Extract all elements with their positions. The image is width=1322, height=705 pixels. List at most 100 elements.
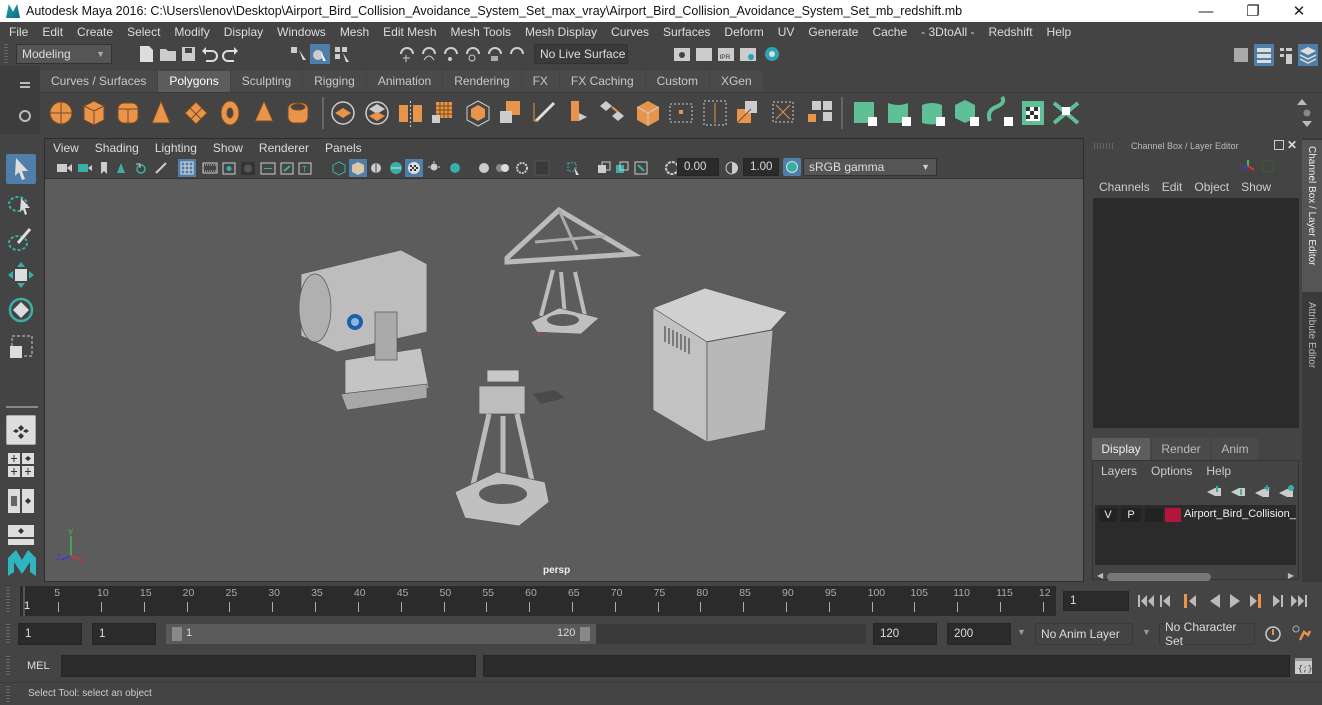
smooth-icon[interactable] [432,102,452,123]
xray-icon[interactable] [598,161,611,173]
shelf-menu-icon[interactable] [20,82,30,84]
playback-start-field[interactable]: 1 [92,623,156,645]
make-live-icon[interactable] [510,47,524,55]
film-gate-icon[interactable] [202,162,218,174]
channel-menu-show[interactable]: Show [1235,180,1277,194]
float-panel-icon[interactable] [1274,140,1284,150]
2d-pan-zoom-icon[interactable] [136,163,146,174]
layer-menu-options[interactable]: Options [1151,464,1192,478]
ipr-render-icon[interactable]: IPR [718,48,734,61]
menu-curves[interactable]: Curves [604,25,656,39]
viewport-menu-shading[interactable]: Shading [87,141,147,155]
snap-to-point-icon[interactable] [444,47,458,61]
render-settings-icon[interactable] [740,48,756,61]
script-editor-icon[interactable]: {;} [1294,656,1314,676]
uv-editor-icon[interactable] [1022,101,1044,125]
range-slider[interactable]: 1 120 [166,624,596,644]
remesh-icon[interactable] [500,101,520,123]
drag-handle[interactable] [4,44,8,64]
scroll-left-icon[interactable]: ◀ [1097,571,1103,580]
menu-windows[interactable]: Windows [270,25,333,39]
viewport-menu-lighting[interactable]: Lighting [147,141,205,155]
poly-pipe-icon[interactable] [287,102,309,124]
3d-scene-view[interactable]: Y Z x persp [45,180,1083,581]
menu-3dtoall[interactable]: - 3DtoAll - [914,25,981,39]
maximize-button[interactable]: ❐ [1230,0,1276,22]
new-empty-layer-icon[interactable] [1255,485,1270,497]
layer-color-swatch[interactable] [1165,508,1181,522]
layer-horizontal-scrollbar[interactable]: ◀ ▶ [1097,571,1294,582]
control-cabinet-model[interactable] [652,287,788,443]
scrollbar-thumb[interactable] [1107,573,1211,581]
mode-selector[interactable]: Modeling ▼ [16,44,112,64]
outliner-layout-button[interactable] [6,523,36,545]
animation-preferences-icon[interactable] [1292,625,1312,641]
target-weld-icon[interactable] [736,101,757,124]
antenna-tripod-model[interactable] [504,206,642,335]
isolate-select-icon[interactable] [567,162,579,175]
minimize-button[interactable]: — [1183,0,1229,22]
command-input[interactable] [61,655,476,677]
single-pane-layout-button[interactable] [6,415,36,445]
menu-uv[interactable]: UV [771,25,802,39]
layer-playback-toggle[interactable]: P [1121,508,1141,522]
drag-handle[interactable] [6,624,10,644]
insert-edge-loop-icon[interactable] [669,103,693,123]
camera-attributes-icon[interactable] [78,164,92,172]
chevron-down-icon[interactable]: ▼ [1142,627,1151,637]
anim-layer-dropdown[interactable]: No Anim Layer [1035,623,1133,645]
safe-action-icon[interactable] [280,162,294,175]
layer-row[interactable]: V P Airport_Bird_Collision_ [1095,505,1296,525]
menu-mesh-display[interactable]: Mesh Display [518,25,604,39]
wireframe-on-shaded-icon[interactable] [390,162,402,174]
viewport-menu-renderer[interactable]: Renderer [251,141,317,155]
paint-select-tool-button[interactable] [6,225,36,255]
tab-polygons[interactable]: Polygons [158,71,230,92]
viewport-menu-view[interactable]: View [45,141,87,155]
move-tool-button[interactable] [6,260,36,290]
color-management-toggle[interactable] [783,158,801,176]
tab-rendering[interactable]: Rendering [443,71,521,92]
modeling-toolkit-icon[interactable] [1234,48,1248,62]
viewport-menu-show[interactable]: Show [205,141,251,155]
snap-to-grid-icon[interactable] [400,47,414,62]
tab-rigging[interactable]: Rigging [303,71,366,92]
tab-xgen[interactable]: XGen [709,71,763,92]
menu-mesh-tools[interactable]: Mesh Tools [444,25,518,39]
menu-generate[interactable]: Generate [801,25,865,39]
close-button[interactable]: ✕ [1276,0,1322,22]
multi-cut-icon[interactable] [533,101,556,123]
tab-animation[interactable]: Animation [366,71,443,92]
tab-sculpting[interactable]: Sculpting [230,71,303,92]
save-scene-icon[interactable] [182,47,195,61]
image-plane-icon[interactable] [117,163,125,173]
poly-plane-icon[interactable] [184,101,208,125]
rotate-tool-button[interactable] [6,295,36,325]
timeline-ruler[interactable]: 1 5 10 15 20 25 30 35 40 45 50 55 60 65 70 75 80 85 90 95 1… [20,586,1056,616]
range-start-handle[interactable] [172,627,182,641]
scroll-right-icon[interactable]: ▶ [1288,571,1294,580]
tab-display[interactable]: Display [1092,438,1150,460]
select-by-component-icon[interactable] [335,47,349,62]
exposure-field[interactable]: 0.00 [677,158,719,176]
channel-list[interactable] [1093,198,1299,428]
gamma-field[interactable]: 1.00 [743,158,779,176]
maya-home-button[interactable] [6,548,36,580]
shelf-scroll-icon[interactable] [1297,99,1312,127]
bevel-icon[interactable] [636,101,660,126]
depth-of-field-icon[interactable] [534,160,550,176]
playback-end-field[interactable]: 120 [873,623,937,645]
end-time-field[interactable]: 200 [947,623,1011,645]
xray-active-components-icon[interactable] [616,161,629,173]
select-tool-button[interactable] [6,154,36,184]
bookmark-icon[interactable] [101,162,107,174]
snap-to-surface-icon[interactable] [488,47,502,61]
live-surface-field[interactable]: No Live Surface [534,44,628,64]
motion-blur-icon[interactable] [496,164,509,172]
offset-edge-loop-icon[interactable] [703,100,727,126]
scale-tool-button[interactable] [6,332,36,362]
poly-torus-icon[interactable] [220,100,240,126]
snap-to-curve-icon[interactable] [422,47,436,61]
bridge-icon[interactable] [600,101,624,121]
menu-create[interactable]: Create [70,25,120,39]
